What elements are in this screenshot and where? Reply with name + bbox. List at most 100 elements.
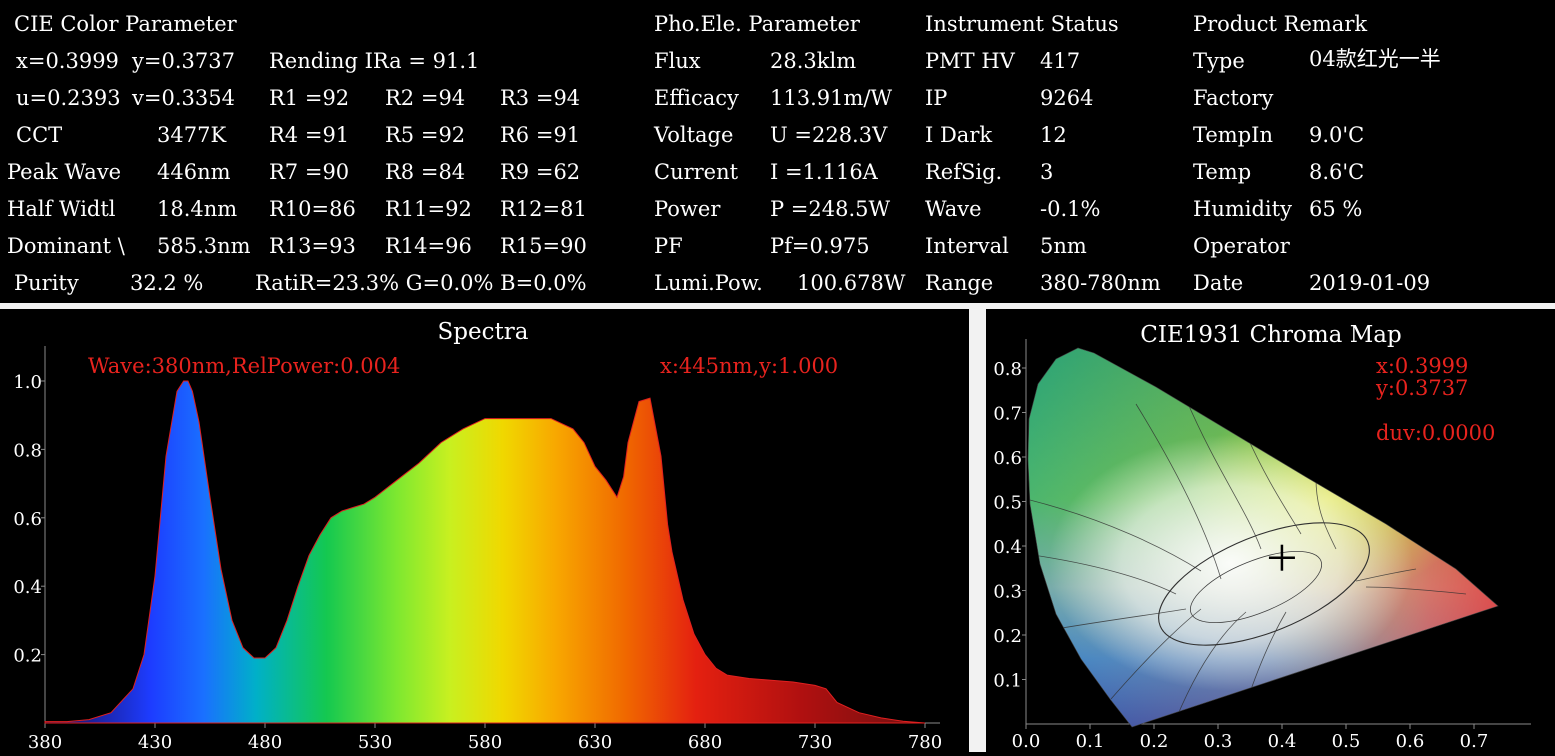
- current-label: Current: [654, 160, 739, 184]
- y-tick-label: 0.8: [993, 359, 1022, 380]
- i-dark-label: I Dark: [925, 123, 993, 147]
- type-value: 04款红光一半: [1309, 47, 1441, 71]
- power-label: Power: [654, 197, 721, 221]
- y-tick-label: 0.1: [993, 671, 1022, 692]
- ri-value: R14=96: [385, 234, 472, 258]
- refsig-label: RefSig.: [925, 160, 1003, 184]
- pf-label: PF: [654, 234, 683, 258]
- ri-value: R1 =92: [269, 86, 350, 110]
- interval-label: Interval: [925, 234, 1009, 258]
- peak-readout: x:445nm,y:1.000: [660, 354, 838, 378]
- interval-value: 5nm: [1040, 234, 1087, 258]
- x-tick-label: 0.1: [1076, 731, 1105, 752]
- x-tick-label: 630: [578, 732, 612, 752]
- x-tick-label: 0.7: [1460, 731, 1489, 752]
- efficacy-value: 113.91m/W: [770, 86, 893, 110]
- x-tick-label: 780: [908, 732, 942, 752]
- cie-x: x=0.3999: [16, 49, 119, 73]
- y-tick-label: 0.6: [13, 509, 42, 530]
- y-tick-label: 0.5: [993, 493, 1022, 514]
- ri-value: R11=92: [385, 197, 472, 221]
- ri-value: R13=93: [269, 234, 356, 258]
- ip-label: IP: [925, 86, 948, 110]
- x-tick-label: 430: [138, 732, 172, 752]
- y-tick-label: 0.2: [993, 626, 1022, 647]
- dominant-wave-value: 585.3nm: [157, 234, 251, 258]
- lumi-pow-value: 100.678W: [797, 271, 906, 295]
- x-tick-label: 0.2: [1140, 731, 1169, 752]
- ri-value: R15=90: [500, 234, 587, 258]
- date-label: Date: [1193, 271, 1244, 295]
- cie-y: y=0.3737: [132, 49, 235, 73]
- x-tick-label: 580: [468, 732, 502, 752]
- voltage-label: Voltage: [654, 123, 734, 147]
- spectra-title: Spectra: [438, 319, 529, 345]
- purity-label: Purity: [14, 271, 79, 295]
- range-label: Range: [925, 271, 994, 295]
- ri-value: R12=81: [500, 197, 587, 221]
- efficacy-label: Efficacy: [654, 86, 739, 110]
- x-tick-label: 380: [28, 732, 62, 752]
- y-tick-label: 1.0: [13, 372, 42, 393]
- ri-value: R2 =94: [385, 86, 466, 110]
- parameter-panel: CIE Color Parameter x=0.3999 y=0.3737 u=…: [0, 0, 1555, 303]
- cct-label: CCT: [16, 123, 63, 147]
- spectra-panel[interactable]: 380 430 480 530 580 630 680 730 780 0.2 0.4 0.6 0.8 1…: [0, 309, 969, 753]
- y-tick-label: 0.4: [993, 537, 1022, 558]
- x-tick-label: 0.3: [1204, 731, 1233, 752]
- i-dark-value: 12: [1040, 123, 1067, 147]
- pmt-hv-label: PMT HV: [925, 49, 1015, 73]
- factory-label: Factory: [1193, 86, 1274, 110]
- spectra-chart[interactable]: 380 430 480 530 580 630 680 730 780 0.2 0.4 0.6 0.8 1…: [0, 309, 969, 753]
- purity-value: 32.2 %: [130, 271, 204, 295]
- date-value: 2019-01-09: [1309, 271, 1431, 295]
- pho-header: Pho.Ele. Parameter: [654, 12, 860, 36]
- y-tick-label: 0.4: [13, 577, 42, 598]
- ri-value: R7 =90: [269, 160, 350, 184]
- cie-header: CIE Color Parameter: [14, 12, 237, 36]
- cie1931-chart[interactable]: 0.0 0.1 0.2 0.3 0.4 0.5 0.6 0.7 0.1 0.2 0.3 0.4 0.5 0…: [986, 309, 1555, 752]
- ri-value: R3 =94: [500, 86, 581, 110]
- chromaticity-diagram: [1028, 348, 1498, 727]
- pf-value: Pf=0.975: [770, 234, 870, 258]
- x-tick-label: 480: [248, 732, 282, 752]
- wave-label: Wave: [925, 197, 982, 221]
- y-tick-label: 0.8: [13, 440, 42, 461]
- x-tick-label: 0.0: [1012, 731, 1041, 752]
- pmt-hv-value: 417: [1040, 49, 1081, 73]
- temp-label: Temp: [1193, 160, 1252, 184]
- x-tick-label: 0.4: [1268, 731, 1297, 752]
- lumi-pow-label: Lumi.Pow.: [654, 271, 763, 295]
- spectrum-area: [44, 380, 926, 724]
- instrument-header: Instrument Status: [925, 12, 1119, 36]
- refsig-value: 3: [1040, 160, 1054, 184]
- ri-value: R5 =92: [385, 123, 466, 147]
- cct-value: 3477K: [157, 123, 227, 147]
- chroma-title: CIE1931 Chroma Map: [1140, 322, 1401, 348]
- ri-value: R6 =91: [500, 123, 581, 147]
- humidity-label: Humidity: [1193, 197, 1292, 221]
- x-tick-label: 0.5: [1332, 731, 1361, 752]
- duv-readout: duv:0.0000: [1376, 421, 1495, 445]
- half-width-label: Half Widtl: [7, 199, 116, 220]
- flux-value: 28.3klm: [770, 49, 857, 73]
- chroma-map-panel[interactable]: 0.0 0.1 0.2 0.3 0.4 0.5 0.6 0.7 0.1 0.2 0.3 0.4 0.5 0…: [986, 309, 1555, 752]
- product-header: Product Remark: [1193, 12, 1368, 36]
- humidity-value: 65 %: [1309, 197, 1363, 221]
- x-readout: x:0.3999: [1376, 354, 1468, 378]
- tempin-label: TempIn: [1193, 123, 1273, 147]
- x-tick-label: 530: [358, 732, 392, 752]
- peak-wave-label: Peak Wave: [7, 160, 122, 184]
- type-label: Type: [1193, 49, 1245, 73]
- ri-value: R9 =62: [500, 160, 581, 184]
- ip-value: 9264: [1040, 86, 1094, 110]
- power-value: P =248.5W: [770, 197, 891, 221]
- half-width-value: 18.4nm: [157, 197, 238, 221]
- rgb-ratio: RatiR=23.3% G=0.0% B=0.0%: [255, 271, 587, 295]
- dominant-wave-label: Dominant \: [7, 236, 125, 257]
- ri-value: R4 =91: [269, 123, 350, 147]
- x-tick-label: 730: [798, 732, 832, 752]
- flux-label: Flux: [654, 49, 701, 73]
- voltage-value: U =228.3V: [770, 123, 888, 147]
- cie-v: v=0.3354: [132, 86, 235, 110]
